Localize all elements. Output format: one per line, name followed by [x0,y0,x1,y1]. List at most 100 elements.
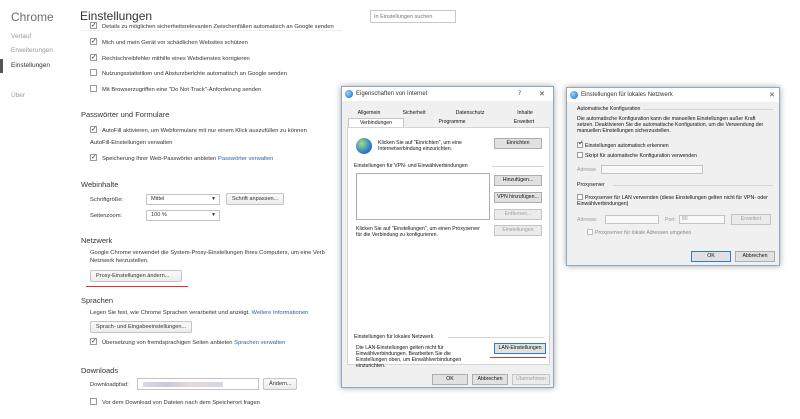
connection-settings-button[interactable]: Einstellungen [494,225,542,236]
translate-option[interactable]: Übersetzung von fremdsprachigen Seiten a… [90,336,285,349]
section-title-web-content: Webinhalte [81,180,119,189]
close-icon[interactable]: ✕ [539,87,545,101]
tab-privacy[interactable]: Datenschutz [448,109,492,118]
sidebar-item-extensions[interactable]: Erweiterungen [0,44,72,58]
apply-button[interactable]: Übernehmen [512,374,550,385]
cancel-button[interactable]: Abbrechen [472,374,508,385]
checkbox-icon[interactable] [90,336,97,347]
sidebar-item-history[interactable]: Verlauf [0,30,72,44]
group-divider [613,185,773,186]
close-icon[interactable]: ✕ [769,88,775,102]
ask-download-location-option[interactable]: Vor dem Download von Dateien nach dem Sp… [90,398,260,409]
checkbox-icon[interactable] [577,194,583,200]
font-size-select[interactable]: Mittel ▼ [146,194,220,205]
ok-button[interactable]: OK [432,374,468,385]
connections-panel: Klicken Sie auf "Einrichten", um eine In… [347,127,550,369]
checkbox-icon[interactable] [90,69,97,76]
languages-description: Legen Sie fest, wie Chrome Sprachen vera… [90,310,309,316]
checkbox-icon[interactable] [577,140,584,148]
dialog-title: Eigenschaften von Internet [356,91,428,97]
change-download-path-button[interactable]: Ändern... [263,378,297,390]
help-icon[interactable]: ? [518,87,521,101]
chrome-brand: Chrome [11,10,54,24]
page-zoom-select[interactable]: 100 % ▼ [146,210,220,221]
section-title-downloads: Downloads [81,366,119,375]
change-proxy-button[interactable]: Proxy-Einstellungen ändern... [90,270,182,282]
remove-button[interactable]: Entfernen... [494,209,542,220]
autofill-option[interactable]: AutoFill aktivieren, um Webformulare mit… [90,124,307,137]
checkbox-icon[interactable] [90,52,97,63]
tab-programs[interactable]: Programme [430,118,474,127]
vpn-group-label: Einstellungen für VPN- und Einwählverbin… [354,163,468,169]
autofill-settings-link[interactable]: AutoFill-Einstellungen verwalten [90,140,173,146]
section-title-languages: Sprachen [81,296,114,305]
chrome-sidebar: Chrome Verlauf Erweiterungen Einstellung… [0,0,72,419]
lan-settings-dialog: Einstellungen für lokales Netzwerk ✕ Aut… [566,87,780,266]
download-path-field[interactable] [137,378,259,390]
lan-info-text: Die LAN-Einstellungen gelten nicht für E… [356,345,462,369]
bypass-local-option[interactable]: Proxyserver für lokale Adressen umgehen [587,229,691,236]
auto-detect-option[interactable]: Einstellungen automatisch erkennen [577,140,669,149]
custom-fonts-button[interactable]: Schrift anpassen... [226,193,285,205]
checkbox-icon[interactable] [577,152,583,158]
group-divider [448,337,544,338]
manage-passwords-link[interactable]: Passwörter verwalten [218,156,273,162]
highlight-underline [86,286,188,287]
checkbox-icon[interactable] [90,85,97,92]
checkbox-icon[interactable] [90,398,97,405]
checkbox-icon[interactable] [90,36,97,47]
add-vpn-button[interactable]: VPN hinzufügen... [494,192,542,203]
script-address-input[interactable] [601,165,703,174]
checkbox-icon[interactable] [587,229,593,235]
ok-button[interactable]: OK [691,251,731,262]
privacy-option-incidents[interactable]: Details zu möglichen sicherheitsrelevant… [90,22,334,31]
manage-languages-link[interactable]: Sprachen verwalten [234,340,285,346]
setup-text: Klicken Sie auf "Einrichten", um eine In… [378,140,462,152]
privacy-option-do-not-track[interactable]: Mit Browserzugriffen eine "Do Not Track"… [90,85,261,96]
setup-button[interactable]: Einrichten [494,138,542,149]
dialog-title: Einstellungen für lokales Netzwerk [581,92,673,98]
sidebar-item-about[interactable]: Über [0,89,72,103]
tab-general[interactable]: Allgemein [348,109,390,118]
proxy-address-input[interactable] [605,215,659,224]
page-title: Einstellungen [80,9,153,23]
group-divider [492,166,544,167]
dropdown-caret-icon: ▼ [211,196,216,202]
tab-advanced[interactable]: Erweitert [502,118,546,127]
save-passwords-option[interactable]: Speicherung Ihrer Web-Passwörter anbiete… [90,152,273,165]
proxy-config-text: Klicken Sie auf "Einstellungen", um eine… [356,226,480,238]
checkbox-icon[interactable] [90,22,97,31]
tab-content[interactable]: Inhalte [504,109,546,118]
font-size-label: Schriftgröße: [90,197,124,203]
cancel-button[interactable]: Abbrechen [735,251,775,262]
proxy-advanced-button[interactable]: Erweitert [731,214,771,225]
auto-script-option[interactable]: Skript für automatische Konfiguration ve… [577,152,697,159]
add-button[interactable]: Hinzufügen... [494,175,542,186]
dropdown-caret-icon: ▼ [211,212,216,218]
checkbox-icon[interactable] [90,152,97,163]
sidebar-item-settings[interactable]: Einstellungen [0,59,72,73]
privacy-option-usage-stats[interactable]: Nutzungsstatistiken und Absturzberichte … [90,69,287,80]
network-description-cont: Netzwerk herzustellen. [90,258,149,264]
settings-search-input[interactable] [370,10,456,23]
more-info-link[interactable]: Weitere Informationen [251,310,308,316]
network-description: Google Chrome verwendet die System-Proxy… [90,250,325,256]
language-input-settings-button[interactable]: Sprach- und Eingabeeinstellungen... [90,321,193,333]
lan-settings-button[interactable]: LAN-Einstellungen [494,343,546,354]
proxy-port-label: Port: [665,217,676,223]
tab-connections[interactable]: Verbindungen [348,118,404,127]
privacy-option-safe-browsing[interactable]: Mich und mein Gerät vor schädlichen Webs… [90,36,248,49]
group-divider [643,109,773,110]
internet-globe-icon [345,90,353,98]
checkbox-icon[interactable] [90,124,97,135]
proxy-address-label: Adresse: [577,217,598,223]
lan-group-label: Einstellungen für lokales Netzwerk [354,334,434,340]
auto-config-description: Die automatische Konfiguration kann die … [577,116,764,134]
use-proxy-option[interactable]: Proxyserver für LAN verwenden (diese Ein… [577,194,773,207]
tab-security[interactable]: Sicherheit [394,109,434,118]
vpn-connections-list[interactable] [356,173,490,220]
privacy-option-spellcheck[interactable]: Rechtschreibfehler mithilfe eines Webdie… [90,52,250,65]
auto-config-group-label: Automatische Konfiguration [577,106,641,112]
proxy-port-input[interactable]: 80 [679,215,725,224]
blurred-path-image [143,382,223,387]
